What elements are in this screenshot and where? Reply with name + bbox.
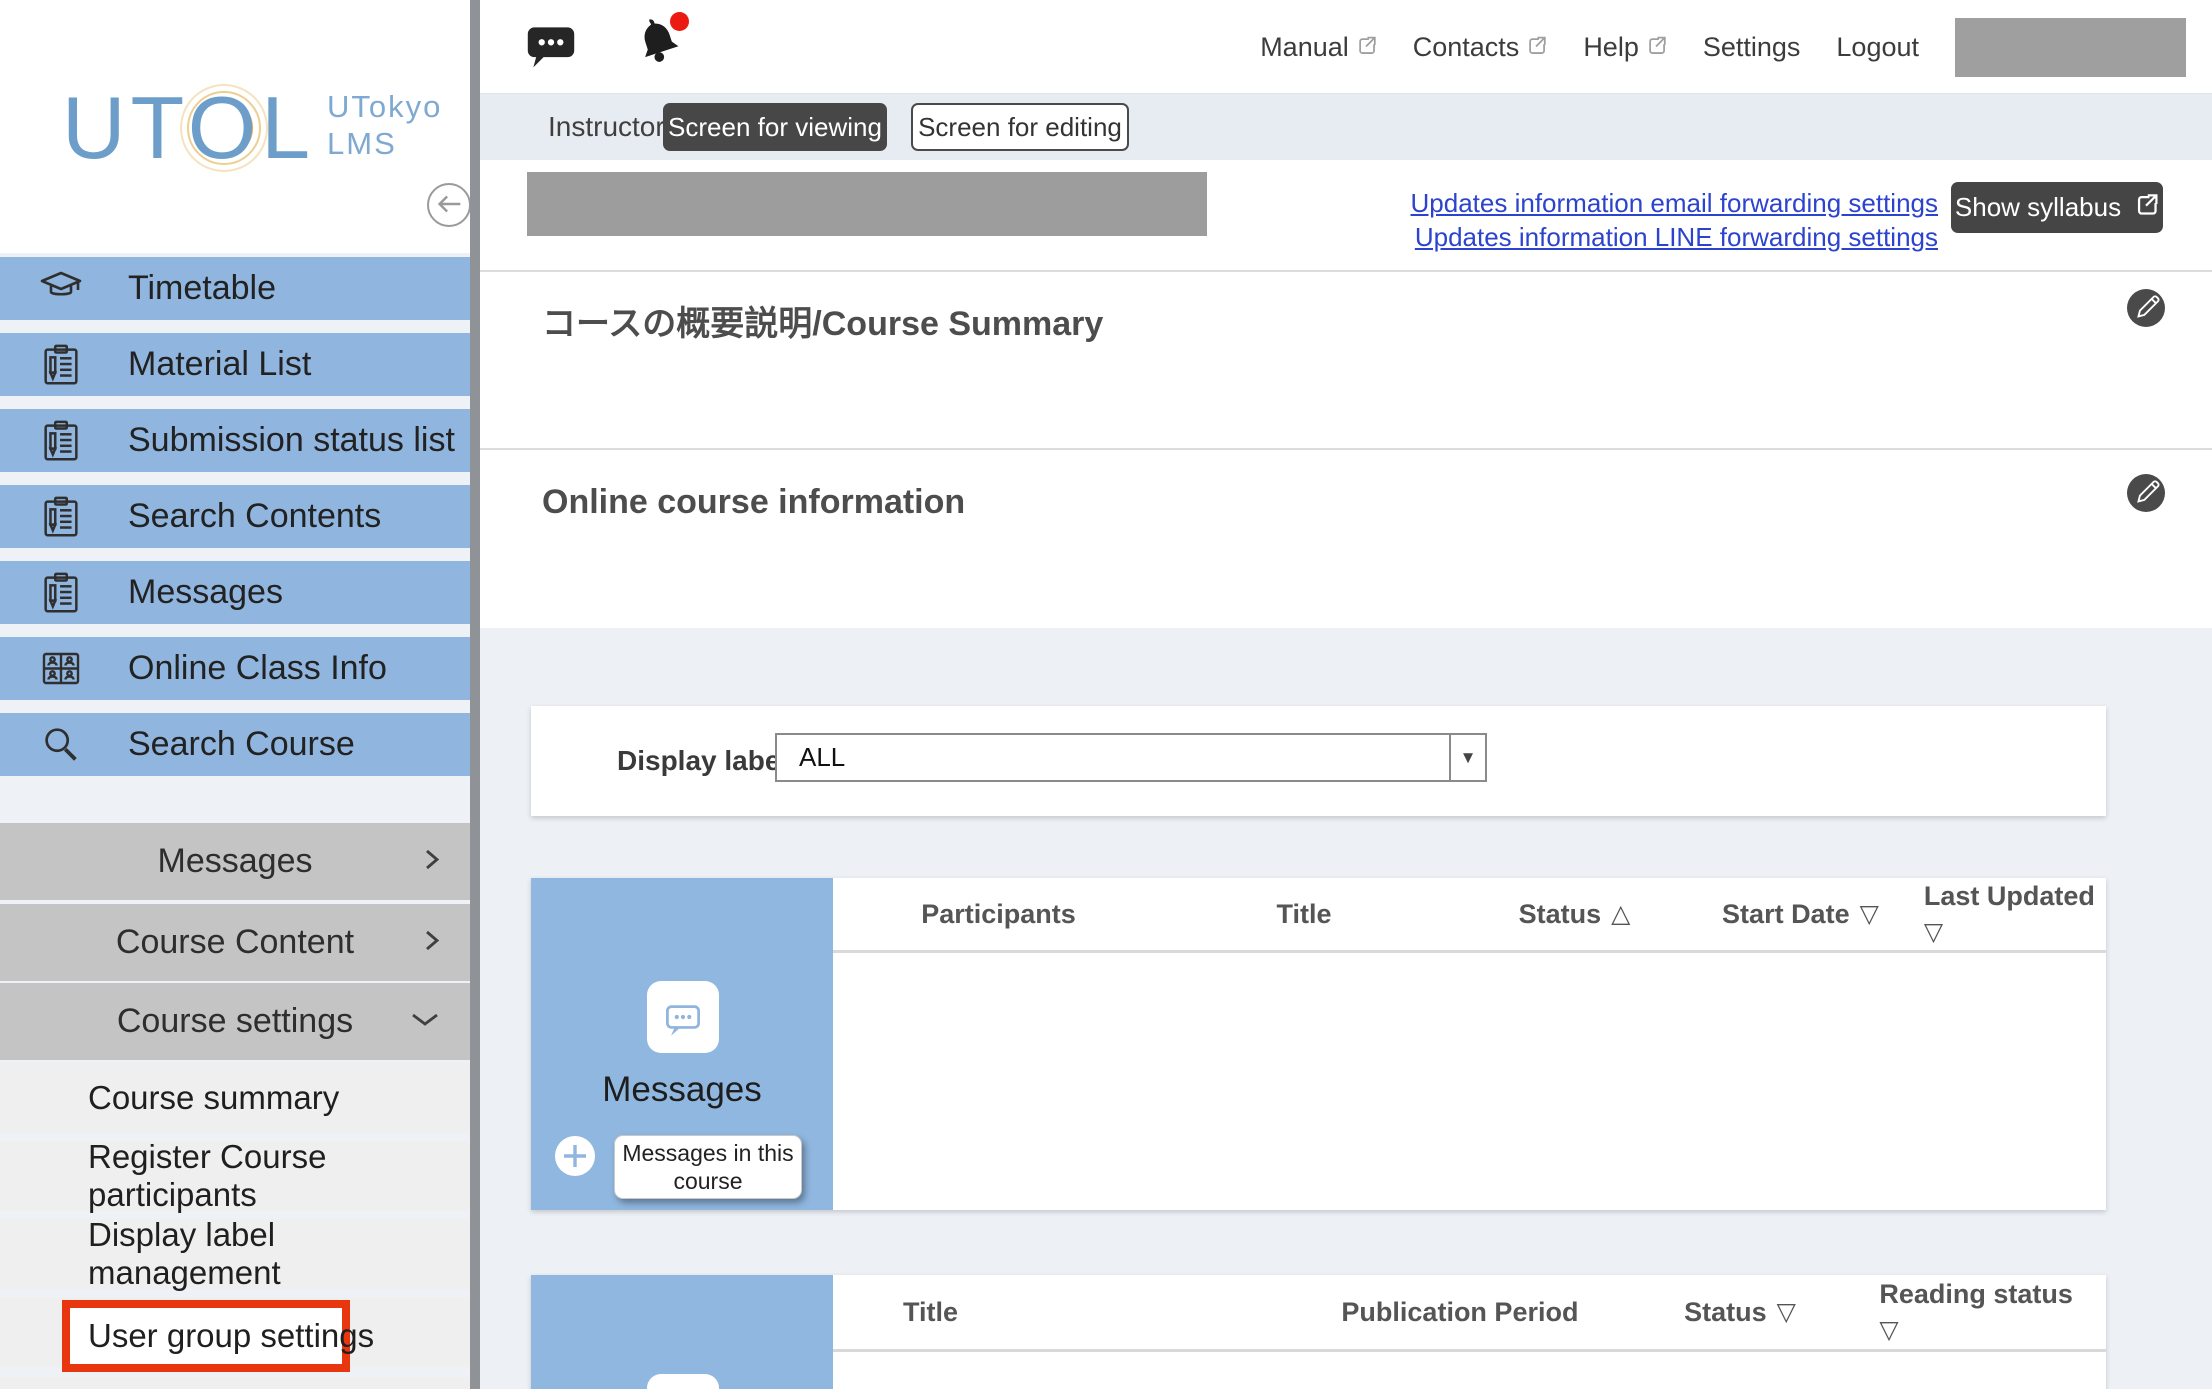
top-bar: Manual Contacts Help Settings Logout xyxy=(480,0,2212,94)
sort-desc-icon[interactable]: ▽ xyxy=(1860,899,1879,929)
nav-help-link[interactable]: Help xyxy=(1583,32,1667,63)
sidebar-item-register-course-participants[interactable]: Register Course participants xyxy=(0,1141,470,1211)
screen-for-viewing-button[interactable]: Screen for viewing xyxy=(663,103,887,151)
utol-lms-app: UTOL UTokyo LMS Timetable Material List … xyxy=(0,0,2212,1389)
edit-online-course-info-button[interactable] xyxy=(2127,474,2165,512)
sidebar: UTOL UTokyo LMS Timetable Material List … xyxy=(0,0,470,1389)
sidebar-item-online-class-info[interactable]: Online Class Info xyxy=(0,637,470,700)
column-header-status[interactable]: Status △ xyxy=(1444,899,1705,930)
online-course-info-heading: Online course information xyxy=(542,483,965,522)
nav-settings-link[interactable]: Settings xyxy=(1703,32,1801,63)
logo-area: UTOL UTokyo LMS xyxy=(0,0,470,253)
line-forwarding-settings-link[interactable]: Updates information LINE forwarding sett… xyxy=(1411,220,1938,254)
sort-desc-icon[interactable]: ▽ xyxy=(1924,914,1943,950)
show-syllabus-button[interactable]: Show syllabus xyxy=(1951,182,2163,233)
chevron-right-icon xyxy=(424,848,440,876)
clipboard-icon xyxy=(34,342,88,388)
logo-brand-text: UTOL xyxy=(62,68,312,188)
edit-course-summary-button[interactable] xyxy=(2127,289,2165,327)
role-label: Instructor xyxy=(548,94,665,160)
column-header-reading-status[interactable]: Reading status ▽ xyxy=(1851,1276,2106,1348)
sort-desc-icon[interactable]: ▽ xyxy=(1879,1312,1898,1348)
magnifier-icon xyxy=(34,722,88,768)
column-header-status[interactable]: Status ▽ xyxy=(1629,1297,1852,1328)
role-toolbar: Instructor Screen for viewing Screen for… xyxy=(480,94,2212,160)
screen-for-editing-button[interactable]: Screen for editing xyxy=(911,103,1129,151)
column-header-title[interactable]: Title xyxy=(1164,899,1444,930)
sidebar-item-material-list[interactable]: Material List xyxy=(0,333,470,396)
section-divider xyxy=(480,448,2212,450)
sidebar-item-messages[interactable]: Messages xyxy=(0,561,470,624)
clipboard-icon xyxy=(34,494,88,540)
sidebar-item-search-course[interactable]: Search Course xyxy=(0,713,470,776)
chevron-right-icon xyxy=(424,929,440,957)
main-content: Manual Contacts Help Settings Logout xyxy=(480,0,2212,1389)
dropdown-arrow-icon[interactable]: ▼ xyxy=(1449,735,1485,780)
sidebar-item-submission-status-list[interactable]: Submission status list xyxy=(0,409,470,472)
add-message-button[interactable] xyxy=(555,1136,595,1176)
display-label-label: Display label xyxy=(617,706,788,816)
top-navigation: Manual Contacts Help Settings Logout xyxy=(1260,0,2186,94)
video-grid-icon xyxy=(34,645,88,693)
sidebar-collapse-button[interactable] xyxy=(427,183,471,227)
updates-links: Updates information email forwarding set… xyxy=(1411,186,1938,254)
materials-table: Title Publication Period Status ▽ Readin… xyxy=(833,1275,2106,1389)
chat-bubble-icon xyxy=(647,981,719,1053)
logo-subtitle: UTokyo LMS xyxy=(327,88,442,162)
pencil-icon xyxy=(2129,475,2163,512)
display-label-filter-panel: Display label ALL ▼ xyxy=(531,706,2106,816)
chevron-down-icon xyxy=(410,1012,440,1032)
external-link-icon xyxy=(1645,32,1667,63)
sidebar-item-timetable[interactable]: Timetable xyxy=(0,257,470,320)
chat-icon[interactable] xyxy=(525,20,577,77)
course-summary-heading: コースの概要説明/Course Summary xyxy=(542,296,1103,345)
display-label-selected-value: ALL xyxy=(777,735,1449,780)
messages-table: Participants Title Status △ Start Date ▽ xyxy=(833,878,2106,1210)
graduation-cap-icon xyxy=(34,265,88,313)
pencil-icon xyxy=(2129,290,2163,327)
display-label-select[interactable]: ALL ▼ xyxy=(775,733,1487,782)
sort-desc-icon[interactable]: ▽ xyxy=(1777,1297,1796,1327)
redacted-course-title xyxy=(527,172,1207,236)
column-header-last-updated[interactable]: Last Updated ▽ xyxy=(1896,878,2106,950)
materials-card-sidebar xyxy=(531,1275,833,1389)
external-link-icon xyxy=(1525,32,1547,63)
sidebar-group-course-settings[interactable]: Course settings xyxy=(0,983,470,1060)
redacted-username xyxy=(1955,18,2186,77)
clipboard-icon xyxy=(34,418,88,464)
nav-logout-link[interactable]: Logout xyxy=(1836,32,1919,63)
sidebar-item-search-contents[interactable]: Search Contents xyxy=(0,485,470,548)
sidebar-group-messages[interactable]: Messages xyxy=(0,823,470,900)
column-header-title[interactable]: Title xyxy=(833,1297,1291,1328)
column-header-start-date[interactable]: Start Date ▽ xyxy=(1705,899,1896,930)
messages-card-title: Messages xyxy=(531,1070,833,1110)
nav-contacts-link[interactable]: Contacts xyxy=(1413,32,1548,63)
sidebar-item-display-label-management[interactable]: Display label management xyxy=(0,1219,470,1289)
notification-badge xyxy=(670,12,689,31)
email-forwarding-settings-link[interactable]: Updates information email forwarding set… xyxy=(1411,186,1938,220)
messages-in-this-course-button[interactable]: Messages in this course xyxy=(614,1135,802,1199)
sort-asc-icon[interactable]: △ xyxy=(1611,899,1630,929)
messages-table-header: Participants Title Status △ Start Date ▽ xyxy=(833,878,2106,953)
external-link-icon xyxy=(2133,191,2159,224)
sidebar-row-partial xyxy=(0,1377,470,1389)
materials-table-header: Title Publication Period Status ▽ Readin… xyxy=(833,1275,2106,1352)
utol-logo: UTOL xyxy=(62,68,312,188)
sidebar-group-course-content[interactable]: Course Content xyxy=(0,904,470,981)
nav-manual-link[interactable]: Manual xyxy=(1260,32,1377,63)
column-header-publication-period[interactable]: Publication Period xyxy=(1291,1297,1628,1328)
clipboard-icon xyxy=(34,570,88,616)
column-header-participants[interactable]: Participants xyxy=(833,899,1164,930)
messages-card-sidebar: Messages Messages in this course xyxy=(531,878,833,1210)
materials-card: Title Publication Period Status ▽ Readin… xyxy=(531,1275,2106,1389)
external-link-icon xyxy=(1355,32,1377,63)
arrow-left-icon xyxy=(432,188,466,223)
section-divider xyxy=(480,270,2212,272)
materials-card-icon xyxy=(647,1374,719,1389)
sidebar-item-course-summary[interactable]: Course summary xyxy=(0,1063,470,1133)
sidebar-item-user-group-settings[interactable]: User group settings xyxy=(62,1300,350,1372)
sidebar-divider xyxy=(470,0,480,1389)
messages-card: Messages Messages in this course Partici… xyxy=(531,878,2106,1210)
